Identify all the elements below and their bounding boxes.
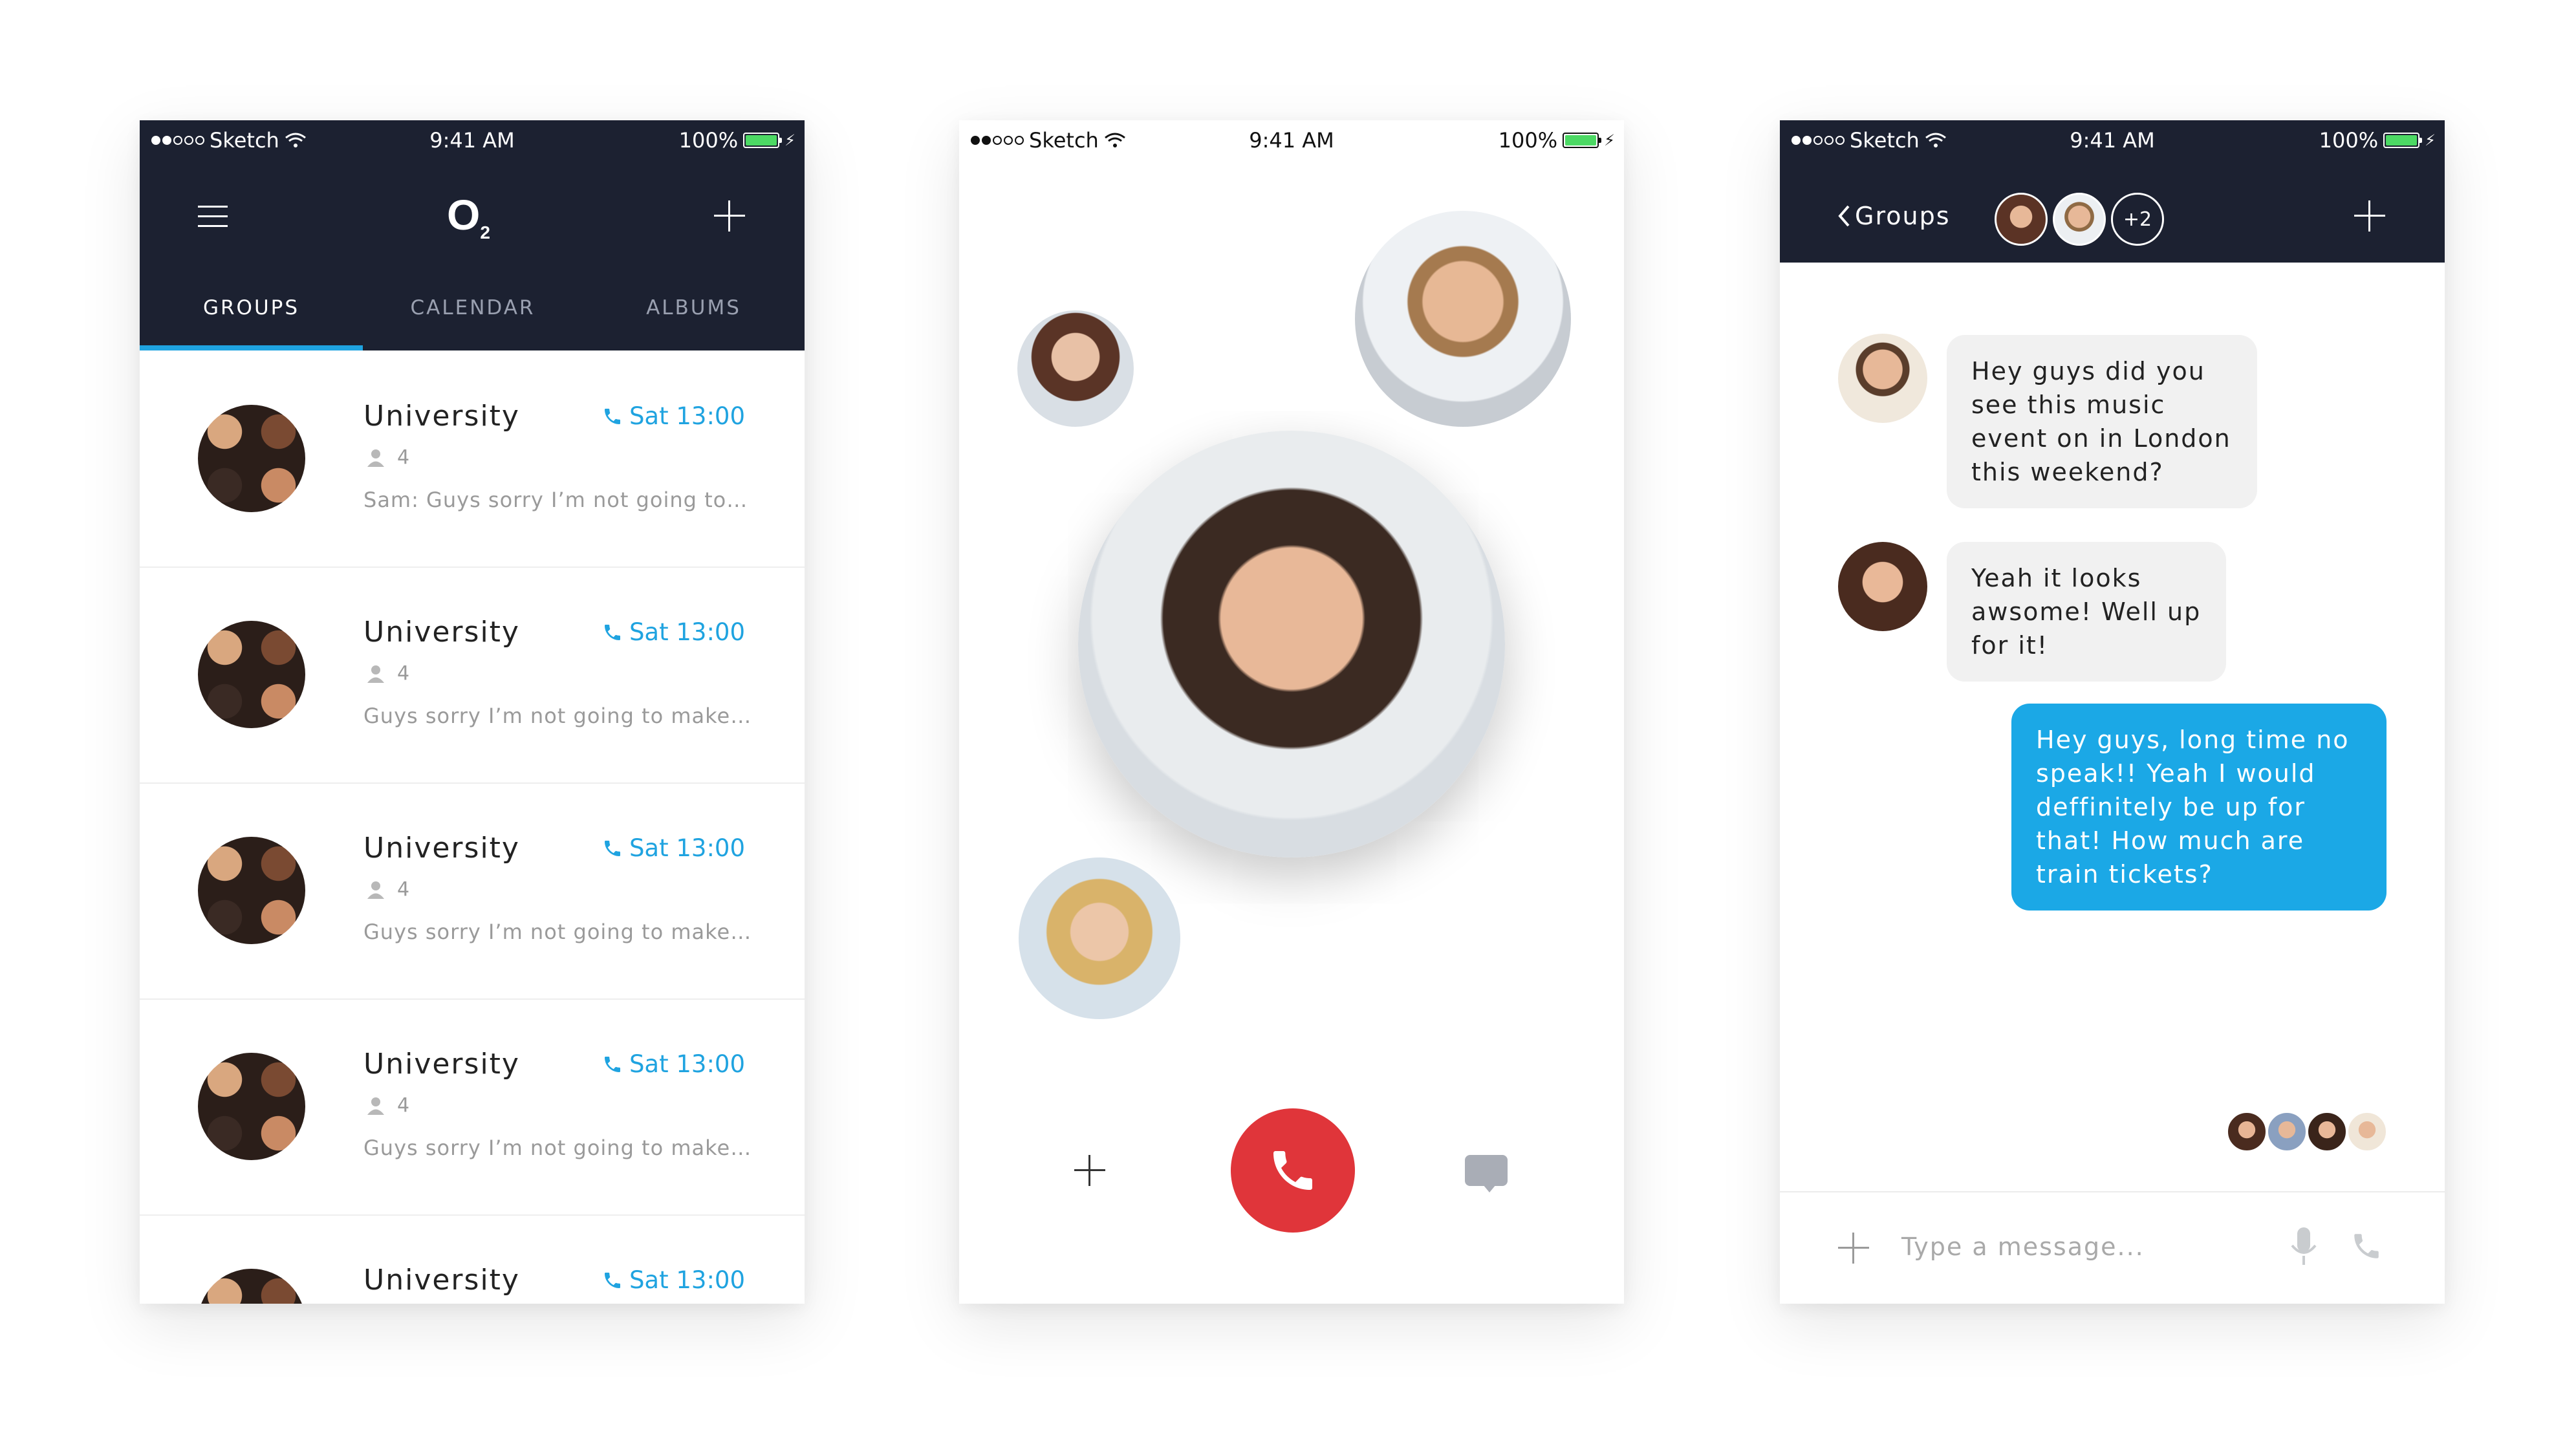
- message-bubble-own: Hey guys, long time no speak!! Yeah I wo…: [2011, 704, 2387, 911]
- member-count-value: 4: [397, 878, 410, 901]
- message-bubble: Hey guys did you see this music event on…: [1947, 335, 2257, 508]
- group-avatar: [198, 1053, 305, 1160]
- o2-logo: O2: [447, 191, 490, 243]
- more-participants-badge[interactable]: +2: [2111, 193, 2164, 246]
- group-avatar: [198, 621, 305, 728]
- microphone-icon[interactable]: [2289, 1226, 2318, 1267]
- group-avatar: [198, 837, 305, 944]
- read-receipt-avatar: [2226, 1111, 2268, 1152]
- status-bar: Sketch 9:41 AM 100% ⚡: [1780, 120, 2445, 162]
- end-call-button[interactable]: [1231, 1108, 1355, 1233]
- read-receipt-avatar: [2346, 1111, 2388, 1152]
- chevron-left-icon: [1838, 205, 1850, 227]
- call-screen: Sketch 9:41 AM 100% ⚡: [959, 120, 1624, 1304]
- chat-icon[interactable]: [1465, 1155, 1508, 1192]
- header-avatar-1[interactable]: [1995, 193, 2048, 246]
- add-participant-icon[interactable]: [1074, 1155, 1105, 1186]
- phone-icon: [604, 1272, 620, 1288]
- person-icon: [367, 449, 384, 467]
- battery-icon: [2383, 133, 2423, 148]
- group-call-time[interactable]: Sat 13:00: [602, 618, 745, 646]
- group-time-label: Sat 13:00: [629, 1050, 745, 1078]
- group-avatar: [198, 1269, 305, 1304]
- groups-screen: Sketch 9:41 AM 100% ⚡ O2 GROUPS CALENDAR…: [140, 120, 805, 1304]
- member-count-value: 4: [397, 446, 410, 469]
- last-message-preview: Guys sorry I’m not going to make t…: [363, 704, 752, 728]
- phone-icon: [604, 408, 620, 424]
- last-message-preview: Sam: Guys sorry I’m not going to b…: [363, 488, 752, 512]
- add-group-icon[interactable]: [714, 200, 745, 232]
- group-call-time[interactable]: Sat 13:00: [602, 834, 745, 862]
- chat-screen: Sketch 9:41 AM 100% ⚡ Groups +2 Hey guys…: [1780, 120, 2445, 1304]
- group-call-time[interactable]: Sat 13:00: [602, 1050, 745, 1078]
- read-receipt-avatar: [2306, 1111, 2348, 1152]
- group-time-label: Sat 13:00: [629, 1266, 745, 1294]
- person-icon: [367, 881, 384, 899]
- header-avatar-2[interactable]: [2053, 193, 2106, 246]
- battery-percent: 100%: [2319, 128, 2379, 153]
- back-button[interactable]: Groups: [1837, 202, 1951, 230]
- last-message-preview: Guys sorry I’m not going to make t…: [363, 920, 752, 944]
- member-count-value: 4: [397, 1094, 410, 1117]
- participant-video-small-1[interactable]: [1017, 310, 1134, 427]
- group-title: University: [363, 1048, 520, 1081]
- participant-video-small-2[interactable]: [1355, 211, 1571, 427]
- status-bar: Sketch 9:41 AM 100% ⚡: [959, 120, 1624, 162]
- phone-icon: [604, 840, 620, 856]
- tab-groups[interactable]: GROUPS: [140, 296, 363, 319]
- member-count: 4: [366, 446, 409, 469]
- charging-icon: ⚡: [785, 131, 796, 149]
- charging-icon: ⚡: [1604, 131, 1615, 149]
- status-bar: Sketch 9:41 AM 100% ⚡: [140, 120, 805, 162]
- tab-calendar[interactable]: CALENDAR: [363, 296, 583, 319]
- battery-percent: 100%: [1498, 128, 1558, 153]
- person-icon: [367, 665, 384, 683]
- member-count: 4: [366, 662, 409, 685]
- charging-icon: ⚡: [2425, 131, 2436, 149]
- battery-icon: [743, 133, 783, 148]
- group-title: University: [363, 616, 520, 649]
- read-receipt-avatar: [2266, 1111, 2308, 1152]
- message-bubble: Yeah it looks awsome! Well up for it!: [1947, 542, 2226, 682]
- member-count: 4: [366, 878, 409, 901]
- message-input[interactable]: Type a message...: [1901, 1233, 2145, 1261]
- group-time-label: Sat 13:00: [629, 402, 745, 430]
- back-label: Groups: [1855, 202, 1951, 230]
- phone-icon: [604, 1056, 620, 1072]
- tab-albums[interactable]: ALBUMS: [583, 296, 805, 319]
- battery-icon: [1563, 133, 1602, 148]
- group-avatar: [198, 405, 305, 512]
- group-row[interactable]: University Sat 13:00 4 Sam: Guys sorry I’m …: [140, 350, 805, 568]
- attach-icon[interactable]: [1838, 1233, 1869, 1264]
- group-time-label: Sat 13:00: [629, 618, 745, 646]
- group-title: University: [363, 832, 520, 865]
- last-message-preview: Guys sorry I’m not going to make t…: [363, 1136, 752, 1160]
- sender-avatar: [1838, 334, 1927, 423]
- menu-icon[interactable]: [198, 206, 228, 228]
- phone-icon: [1273, 1151, 1312, 1190]
- battery-percent: 100%: [678, 128, 739, 153]
- message-composer: Type a message...: [1780, 1191, 2445, 1304]
- phone-icon[interactable]: [2350, 1230, 2383, 1262]
- group-title: University: [363, 400, 520, 433]
- group-call-time[interactable]: Sat 13:00: [602, 402, 745, 430]
- member-count-value: 4: [397, 662, 410, 685]
- group-title: University: [363, 1264, 520, 1297]
- group-row[interactable]: University Sat 13:00: [140, 1214, 805, 1304]
- participant-video-small-3[interactable]: [1019, 857, 1180, 1019]
- add-icon[interactable]: [2354, 200, 2385, 232]
- group-time-label: Sat 13:00: [629, 834, 745, 862]
- group-row[interactable]: University Sat 13:00 4 Guys sorry I’m not g…: [140, 782, 805, 1000]
- member-count: 4: [366, 1094, 409, 1117]
- group-row[interactable]: University Sat 13:00 4 Guys sorry I’m not g…: [140, 566, 805, 784]
- active-tab-indicator: [140, 345, 363, 350]
- active-speaker-video: [1078, 431, 1505, 857]
- sender-avatar: [1838, 542, 1927, 631]
- group-row[interactable]: University Sat 13:00 4 Guys sorry I’m not g…: [140, 998, 805, 1216]
- person-icon: [367, 1097, 384, 1115]
- phone-icon: [604, 624, 620, 640]
- group-call-time[interactable]: Sat 13:00: [602, 1266, 745, 1294]
